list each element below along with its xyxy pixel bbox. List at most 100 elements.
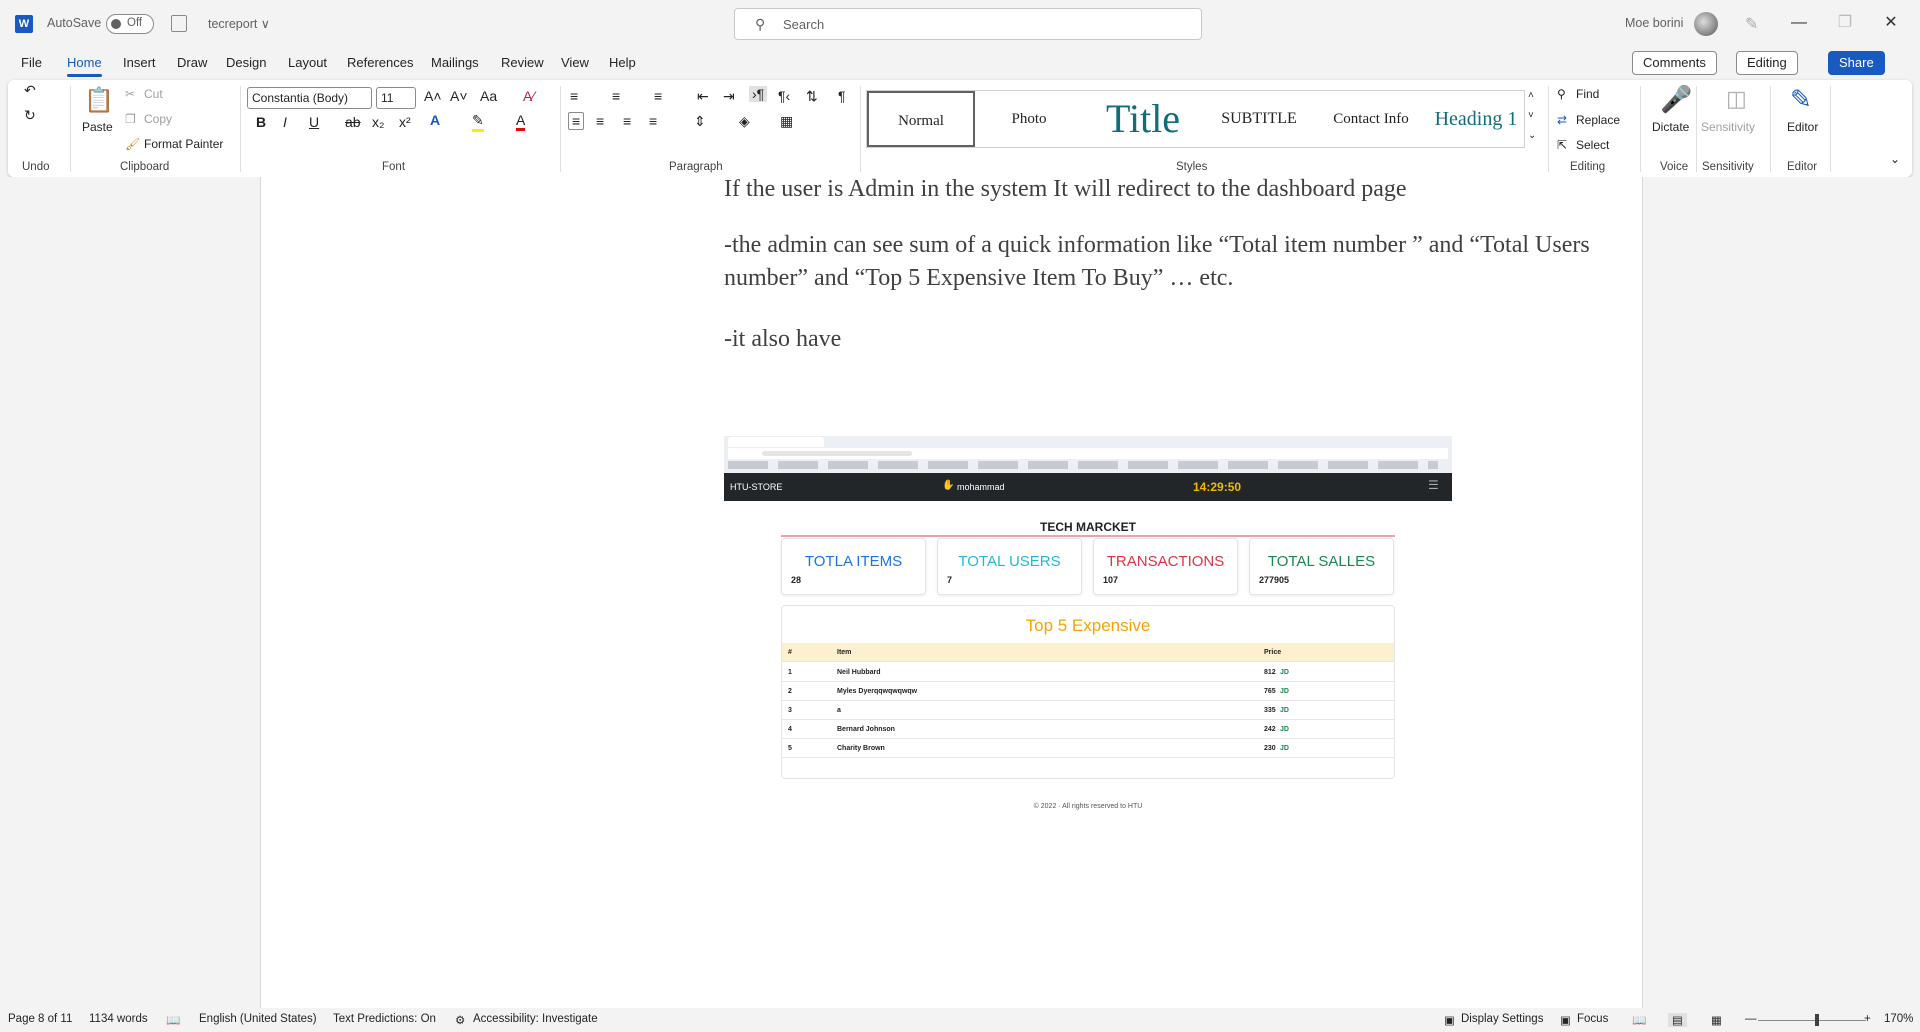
dictate-button[interactable]: Dictate bbox=[1652, 120, 1689, 134]
pen-icon[interactable]: ✎ bbox=[1745, 14, 1758, 34]
zoom-out-icon[interactable]: — bbox=[1745, 1013, 1757, 1025]
sensitivity-button[interactable]: Sensitivity bbox=[1701, 120, 1755, 134]
menu-layout[interactable]: Layout bbox=[288, 55, 327, 70]
editor-button[interactable]: Editor bbox=[1787, 120, 1818, 134]
superscript-icon[interactable]: x² bbox=[399, 114, 411, 130]
focus-icon[interactable]: ▣ bbox=[1560, 1013, 1571, 1027]
copy-icon[interactable]: ❐ bbox=[125, 112, 136, 126]
share-button[interactable]: Share bbox=[1828, 51, 1885, 75]
autosave-toggle[interactable]: Off bbox=[106, 14, 154, 34]
styles-scroll-up-icon[interactable]: ˄ bbox=[1528, 90, 1534, 101]
accessibility-icon[interactable]: ⚙ bbox=[455, 1013, 465, 1027]
document-page[interactable]: If the user is Admin in the system It wi… bbox=[260, 176, 1643, 1008]
page-count[interactable]: Page 8 of 11 bbox=[8, 1013, 72, 1025]
style-photo[interactable]: Photo bbox=[975, 91, 1083, 147]
word-count[interactable]: 1134 words bbox=[89, 1013, 148, 1025]
avatar[interactable] bbox=[1694, 12, 1718, 36]
ltr-icon[interactable]: ›¶ bbox=[749, 86, 768, 102]
editor-icon[interactable]: ✎ bbox=[1790, 84, 1812, 115]
user-name[interactable]: Moe borini bbox=[1625, 16, 1683, 30]
text-predictions[interactable]: Text Predictions: On bbox=[333, 1013, 436, 1025]
underline-icon[interactable]: U bbox=[309, 114, 319, 130]
menu-references[interactable]: References bbox=[347, 55, 413, 70]
proofing-icon[interactable]: 📖 bbox=[166, 1013, 180, 1027]
paste-icon[interactable]: 📋 bbox=[84, 86, 114, 115]
select-icon[interactable]: ⇱ bbox=[1557, 138, 1567, 152]
copy-button[interactable]: Copy bbox=[144, 112, 172, 126]
cut-button[interactable]: Cut bbox=[144, 87, 163, 101]
justify-icon[interactable]: ≡ bbox=[649, 113, 657, 129]
paragraph-1[interactable]: If the user is Admin in the system It wi… bbox=[724, 173, 1724, 206]
menu-draw[interactable]: Draw bbox=[177, 55, 207, 70]
read-mode-icon[interactable]: 📖 bbox=[1632, 1013, 1646, 1027]
paragraph-2-line-2[interactable]: number” and “Top 5 Expensive Item To Buy… bbox=[724, 262, 1724, 295]
sensitivity-icon[interactable]: ◫ bbox=[1726, 86, 1747, 112]
sort-icon[interactable]: ⇅ bbox=[806, 88, 818, 105]
menu-help[interactable]: Help bbox=[609, 55, 636, 70]
collapse-ribbon-icon[interactable]: ⌄ bbox=[1890, 152, 1900, 166]
change-case-icon[interactable]: Aa bbox=[480, 88, 497, 104]
search-box[interactable]: ⚲ Search bbox=[734, 8, 1202, 40]
multilevel-list-icon[interactable]: ≡ bbox=[654, 88, 662, 104]
increase-indent-icon[interactable]: ⇥ bbox=[723, 88, 735, 105]
highlight-icon[interactable]: ✎ bbox=[472, 112, 484, 132]
strikethrough-icon[interactable]: ab bbox=[345, 114, 361, 130]
align-left-icon[interactable]: ≡ bbox=[568, 112, 585, 130]
paragraph-3[interactable]: -it also have bbox=[724, 323, 1724, 356]
document-name[interactable]: tecreport ∨ bbox=[208, 16, 270, 31]
embedded-screenshot[interactable]: HTU-STORE ✋ mohammad 14:29:50 ☰ TECH MAR… bbox=[724, 436, 1452, 836]
find-button[interactable]: Find bbox=[1576, 87, 1599, 101]
bullets-icon[interactable]: ≡ bbox=[570, 88, 578, 104]
styles-scroll-down-icon[interactable]: ˅ bbox=[1528, 110, 1534, 121]
bold-icon[interactable]: B bbox=[256, 114, 266, 130]
italic-icon[interactable]: I bbox=[283, 114, 287, 130]
menu-view[interactable]: View bbox=[561, 55, 589, 70]
microphone-icon[interactable]: 🎤 bbox=[1660, 84, 1692, 115]
restore-button[interactable]: ❐ bbox=[1822, 0, 1868, 48]
zoom-in-icon[interactable]: + bbox=[1864, 1013, 1871, 1025]
select-button[interactable]: Select bbox=[1576, 138, 1609, 152]
show-marks-icon[interactable]: ¶ bbox=[838, 88, 846, 104]
shading-icon[interactable]: ◈ bbox=[739, 113, 750, 130]
redo-icon[interactable]: ↻ bbox=[24, 107, 36, 124]
print-layout-icon[interactable]: ▤ bbox=[1668, 1013, 1687, 1027]
align-right-icon[interactable]: ≡ bbox=[623, 113, 631, 129]
font-name-dropdown[interactable]: Constantia (Body) bbox=[247, 87, 372, 109]
menu-mailings[interactable]: Mailings bbox=[431, 55, 479, 70]
paste-button[interactable]: Paste bbox=[82, 120, 113, 134]
menu-review[interactable]: Review bbox=[501, 55, 544, 70]
line-spacing-icon[interactable]: ⇕ bbox=[694, 113, 706, 130]
format-painter-icon[interactable]: 🖌 bbox=[125, 137, 140, 151]
editing-mode-button[interactable]: Editing bbox=[1736, 51, 1798, 75]
minimize-button[interactable]: — bbox=[1776, 0, 1822, 48]
clear-formatting-icon[interactable]: A∕ bbox=[523, 88, 535, 104]
zoom-slider[interactable] bbox=[1758, 1020, 1866, 1021]
style-title[interactable]: Title bbox=[1083, 91, 1203, 147]
display-settings-icon[interactable]: ▣ bbox=[1444, 1013, 1455, 1027]
borders-icon[interactable]: ▦ bbox=[780, 113, 793, 130]
format-painter-button[interactable]: Format Painter bbox=[144, 137, 223, 151]
web-layout-icon[interactable]: ▦ bbox=[1711, 1013, 1722, 1027]
rtl-icon[interactable]: ¶‹ bbox=[778, 88, 790, 104]
align-center-icon[interactable]: ≡ bbox=[596, 113, 604, 129]
save-icon[interactable] bbox=[171, 15, 187, 32]
accessibility-status[interactable]: Accessibility: Investigate bbox=[473, 1013, 598, 1025]
shrink-font-icon[interactable]: A˅ bbox=[450, 88, 468, 104]
text-effects-icon[interactable]: A bbox=[430, 112, 440, 128]
style-subtitle[interactable]: SUBTITLE bbox=[1203, 91, 1315, 147]
grow-font-icon[interactable]: A˄ bbox=[424, 88, 442, 104]
language[interactable]: English (United States) bbox=[199, 1013, 317, 1025]
replace-button[interactable]: Replace bbox=[1576, 113, 1620, 127]
paragraph-2-line-1[interactable]: -the admin can see sum of a quick inform… bbox=[724, 229, 1724, 262]
undo-icon[interactable]: ↶ bbox=[24, 82, 36, 99]
close-button[interactable]: ✕ bbox=[1868, 0, 1914, 48]
menu-design[interactable]: Design bbox=[226, 55, 266, 70]
subscript-icon[interactable]: x₂ bbox=[372, 114, 384, 130]
numbering-icon[interactable]: ≡ bbox=[612, 88, 620, 104]
replace-icon[interactable]: ⇄ bbox=[1557, 113, 1567, 127]
cut-icon[interactable]: ✂ bbox=[125, 87, 135, 101]
focus-mode[interactable]: Focus bbox=[1577, 1013, 1608, 1025]
zoom-slider-thumb[interactable] bbox=[1815, 1014, 1819, 1026]
styles-more-icon[interactable]: ⌄ bbox=[1528, 130, 1536, 141]
display-settings[interactable]: Display Settings bbox=[1461, 1013, 1543, 1025]
